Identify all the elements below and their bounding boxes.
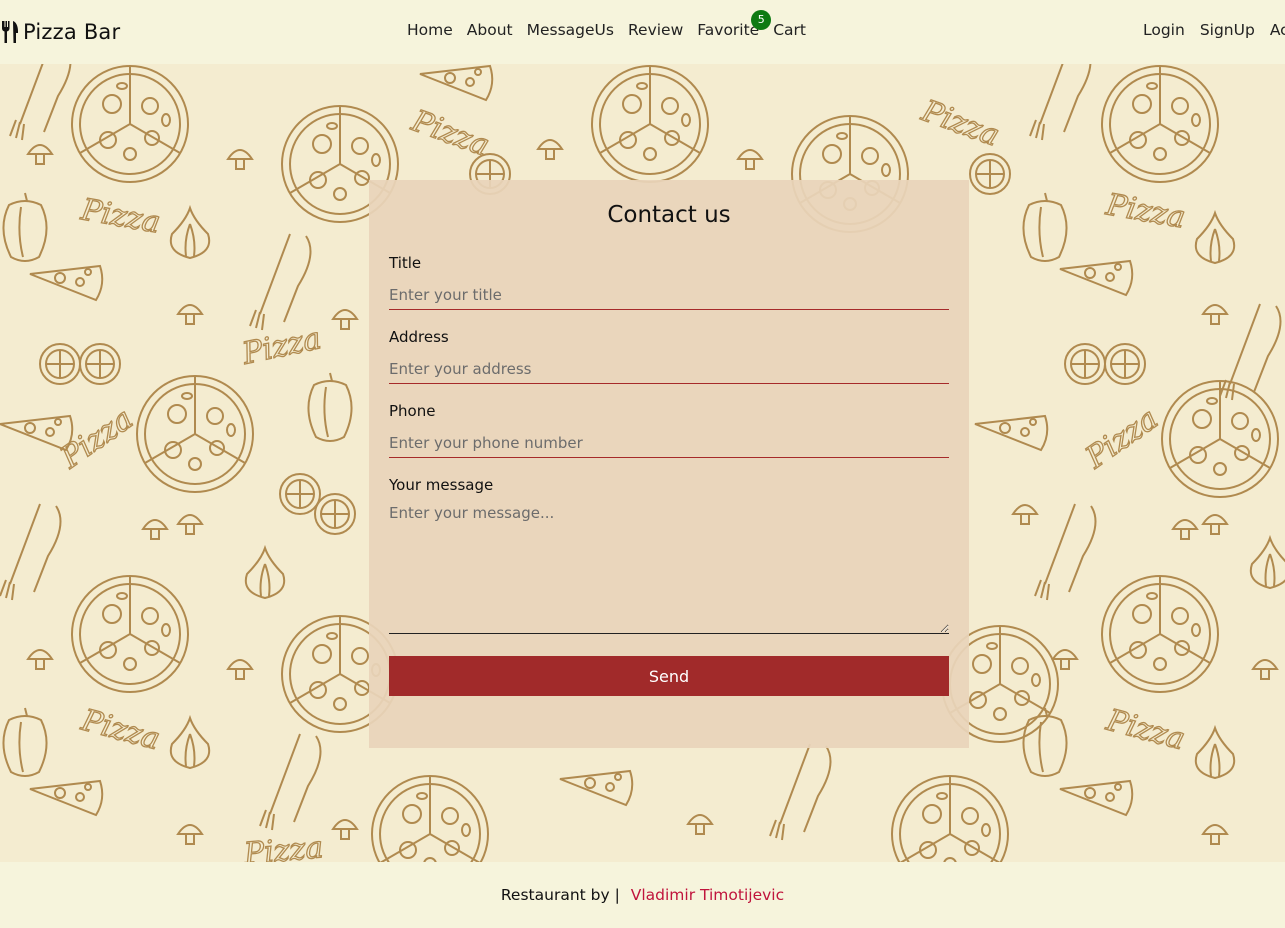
phone-label: Phone <box>389 402 436 420</box>
title-input[interactable] <box>389 280 949 310</box>
nav-message-us[interactable]: MessageUs <box>527 21 614 39</box>
message-label: Your message <box>389 476 494 494</box>
footer-author-link[interactable]: Vladimir Timotijevic <box>631 886 784 904</box>
title-field-group: Title <box>389 254 949 310</box>
address-input[interactable] <box>389 354 949 384</box>
brand-link[interactable]: Pizza Bar <box>0 16 120 48</box>
nav-login[interactable]: Login <box>1143 21 1185 39</box>
nav-account[interactable]: Ac <box>1270 21 1285 39</box>
auth-nav: Login SignUp Ac <box>1143 21 1285 39</box>
send-button[interactable]: Send <box>389 656 949 696</box>
nav-favorite[interactable]: Favorite 5 <box>697 10 772 39</box>
nav-favorite-label: Favorite <box>697 21 760 39</box>
favorite-count-badge: 5 <box>751 10 772 30</box>
contact-form: Title Address Phone Your message Send <box>389 254 949 696</box>
contact-form-card: Contact us Title Address Phone Your mess… <box>369 180 969 748</box>
address-field-group: Address <box>389 328 949 384</box>
nav-home[interactable]: Home <box>407 21 453 39</box>
nav-cart[interactable]: Cart <box>773 21 806 39</box>
phone-input[interactable] <box>389 428 949 458</box>
fork-knife-icon <box>2 21 18 43</box>
message-field-group: Your message <box>389 476 949 638</box>
main-nav: Home About MessageUs Review Favorite 5 C… <box>407 10 806 39</box>
address-label: Address <box>389 328 449 346</box>
title-label: Title <box>389 254 422 272</box>
message-textarea[interactable] <box>389 502 949 634</box>
nav-about[interactable]: About <box>467 21 513 39</box>
nav-signup[interactable]: SignUp <box>1200 21 1255 39</box>
phone-field-group: Phone <box>389 402 949 458</box>
brand-name: Pizza Bar <box>23 20 121 44</box>
nav-review[interactable]: Review <box>628 21 683 39</box>
top-navbar: Pizza Bar Home About MessageUs Review Fa… <box>0 0 1285 64</box>
contact-title: Contact us <box>607 202 731 228</box>
page-footer: Restaurant by | Vladimir Timotijevic <box>0 862 1285 917</box>
footer-credit-prefix: Restaurant by | <box>500 886 620 904</box>
